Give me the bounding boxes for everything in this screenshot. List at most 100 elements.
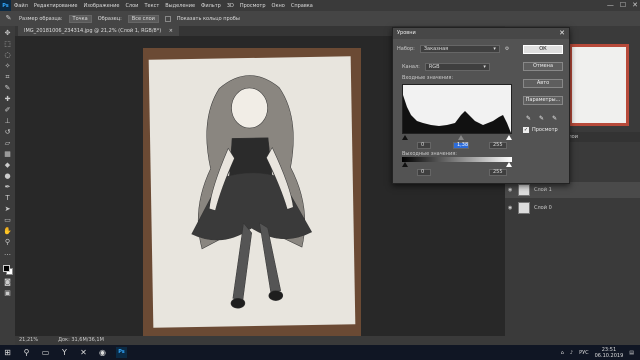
input-gamma-field[interactable]: 1,38 [453, 142, 469, 149]
quick-mask-icon[interactable]: ◙ [3, 279, 12, 286]
task-view-icon[interactable]: ▭ [40, 347, 51, 358]
options-button[interactable]: Параметры... [523, 96, 563, 105]
photoshop-taskbar-icon[interactable]: Ps [116, 347, 127, 358]
preset-label: Набор: [397, 46, 415, 52]
menu-3d[interactable]: 3D [224, 3, 237, 9]
search-icon[interactable]: ⚲ [21, 347, 32, 358]
levels-dialog: Уровни ✕ Набор: Заказная ▾ ⚙ Канал: RGB … [392, 27, 570, 184]
chevron-down-icon: ▾ [483, 64, 486, 70]
volume-icon[interactable]: ♪ [570, 350, 573, 356]
move-tool-icon[interactable]: ✥ [3, 30, 12, 37]
color-swatches[interactable] [2, 265, 13, 275]
type-tool-icon[interactable]: T [3, 195, 12, 202]
crop-tool-icon[interactable]: ⌗ [3, 74, 12, 81]
preview-checkbox[interactable]: ✓ [523, 127, 529, 133]
sample-label: Образец: [97, 15, 122, 22]
ok-button[interactable]: ОК [523, 45, 563, 54]
output-white-field[interactable]: 255 [489, 169, 507, 176]
dodge-tool-icon[interactable]: ● [3, 173, 12, 180]
menu-window[interactable]: Окно [269, 3, 288, 9]
input-black-field[interactable]: 0 [417, 142, 431, 149]
windows-start-icon[interactable]: ⊞ [2, 347, 13, 358]
close-icon[interactable]: ✕ [632, 0, 638, 11]
input-white-field[interactable]: 255 [489, 142, 507, 149]
path-select-icon[interactable]: ➤ [3, 206, 12, 213]
healing-tool-icon[interactable]: ✚ [3, 96, 12, 103]
menu-select[interactable]: Выделение [162, 3, 198, 9]
menu-edit[interactable]: Редактирование [31, 3, 81, 9]
preset-select[interactable]: Заказная ▾ [419, 45, 500, 53]
preset-options-gear-icon[interactable]: ⚙ [505, 46, 509, 52]
menu-view[interactable]: Просмотр [237, 3, 269, 9]
input-sliders[interactable] [402, 135, 512, 142]
blur-tool-icon[interactable]: ◆ [3, 162, 12, 169]
layer-row[interactable]: ◉ Слой 0 [505, 200, 640, 216]
dialog-title-bar[interactable]: Уровни ✕ [393, 28, 569, 39]
zoom-level[interactable]: 21,21% [19, 336, 38, 345]
cancel-button[interactable]: Отмена [523, 62, 563, 71]
output-black-slider [402, 162, 408, 167]
channel-label: Канал: [402, 64, 420, 70]
visibility-eye-icon[interactable]: ◉ [508, 187, 514, 193]
zoom-tool-icon[interactable]: ⚲ [3, 239, 12, 246]
gray-eyedropper-icon[interactable]: ✎ [539, 115, 544, 122]
menu-text[interactable]: Текст [141, 3, 162, 9]
network-icon[interactable]: ⌂ [561, 350, 564, 356]
clock-date: 06.10.2019 [594, 352, 624, 359]
maximize-icon[interactable]: ☐ [620, 0, 626, 11]
visibility-eye-icon[interactable]: ◉ [508, 205, 514, 211]
marquee-tool-icon[interactable]: ⬚ [3, 41, 12, 48]
show-ring-label: Показать кольцо пробы [176, 15, 240, 22]
output-black-field[interactable]: 0 [417, 169, 431, 176]
menu-layers[interactable]: Слои [122, 3, 141, 9]
layer-row[interactable]: ◉ Слой 1 [505, 182, 640, 198]
shape-tool-icon[interactable]: ▭ [3, 217, 12, 224]
output-sliders[interactable] [402, 162, 512, 169]
stamp-tool-icon[interactable]: ⊥ [3, 118, 12, 125]
minimize-icon[interactable]: — [607, 0, 614, 11]
dialog-close-icon[interactable]: ✕ [559, 28, 565, 39]
foreground-color-swatch[interactable] [2, 265, 10, 272]
sample-select[interactable]: Все слои [127, 14, 159, 23]
screen-mode-icon[interactable]: ▣ [3, 290, 12, 297]
eyedropper-icon[interactable]: ✎ [4, 15, 13, 22]
input-levels-label: Входные значения: [402, 75, 454, 81]
menu-help[interactable]: Справка [288, 3, 316, 9]
document-tab[interactable]: IMG_20181006_234314.jpg @ 21,2% (Слой 1,… [18, 26, 179, 36]
hand-tool-icon[interactable]: ✋ [3, 228, 12, 235]
channel-select[interactable]: RGB ▾ [424, 63, 490, 71]
menu-filter[interactable]: Фильтр [198, 3, 224, 9]
auto-button[interactable]: Авто [523, 79, 563, 88]
show-ring-checkbox[interactable] [164, 15, 171, 22]
taskbar: ⊞ ⚲ ▭ Y ✕ ◉ Ps ⌂ ♪ РУС 23:51 06.10.2019 … [0, 345, 640, 360]
quick-select-icon[interactable]: ✧ [3, 63, 12, 70]
yandex-browser-icon[interactable]: Y [59, 347, 70, 358]
sample-size-select[interactable]: Точка [68, 14, 92, 23]
eyedropper-tool-icon[interactable]: ✎ [3, 85, 12, 92]
notifications-icon[interactable]: ▤ [629, 350, 634, 356]
history-brush-icon[interactable]: ↺ [3, 129, 12, 136]
input-gamma-slider [458, 135, 464, 140]
pen-tool-icon[interactable]: ✒ [3, 184, 12, 191]
input-white-slider [506, 135, 512, 140]
white-eyedropper-icon[interactable]: ✎ [552, 115, 557, 122]
menu-image[interactable]: Изображение [80, 3, 122, 9]
more-tools-icon[interactable]: … [3, 250, 12, 257]
preview-toggle[interactable]: ✓ Просмотр [523, 127, 558, 133]
language-indicator[interactable]: РУС [579, 350, 589, 356]
gradient-tool-icon[interactable]: ▦ [3, 151, 12, 158]
clock[interactable]: 23:51 06.10.2019 [595, 347, 624, 359]
close-tab-icon[interactable]: × [169, 28, 173, 34]
black-eyedropper-icon[interactable]: ✎ [526, 115, 531, 122]
media-player-icon[interactable]: ✕ [78, 347, 89, 358]
eyedropper-group: ✎ ✎ ✎ [526, 115, 557, 122]
brush-tool-icon[interactable]: ✐ [3, 107, 12, 114]
lasso-tool-icon[interactable]: ◌ [3, 52, 12, 59]
eraser-tool-icon[interactable]: ▱ [3, 140, 12, 147]
menu-file[interactable]: Файл [11, 3, 31, 9]
sample-size-label: Размер образца: [19, 15, 63, 22]
channel-row: Канал: RGB ▾ [402, 63, 490, 71]
chrome-icon[interactable]: ◉ [97, 347, 108, 358]
artwork-drawing [191, 75, 313, 309]
navigator-thumbnail[interactable] [569, 44, 629, 126]
